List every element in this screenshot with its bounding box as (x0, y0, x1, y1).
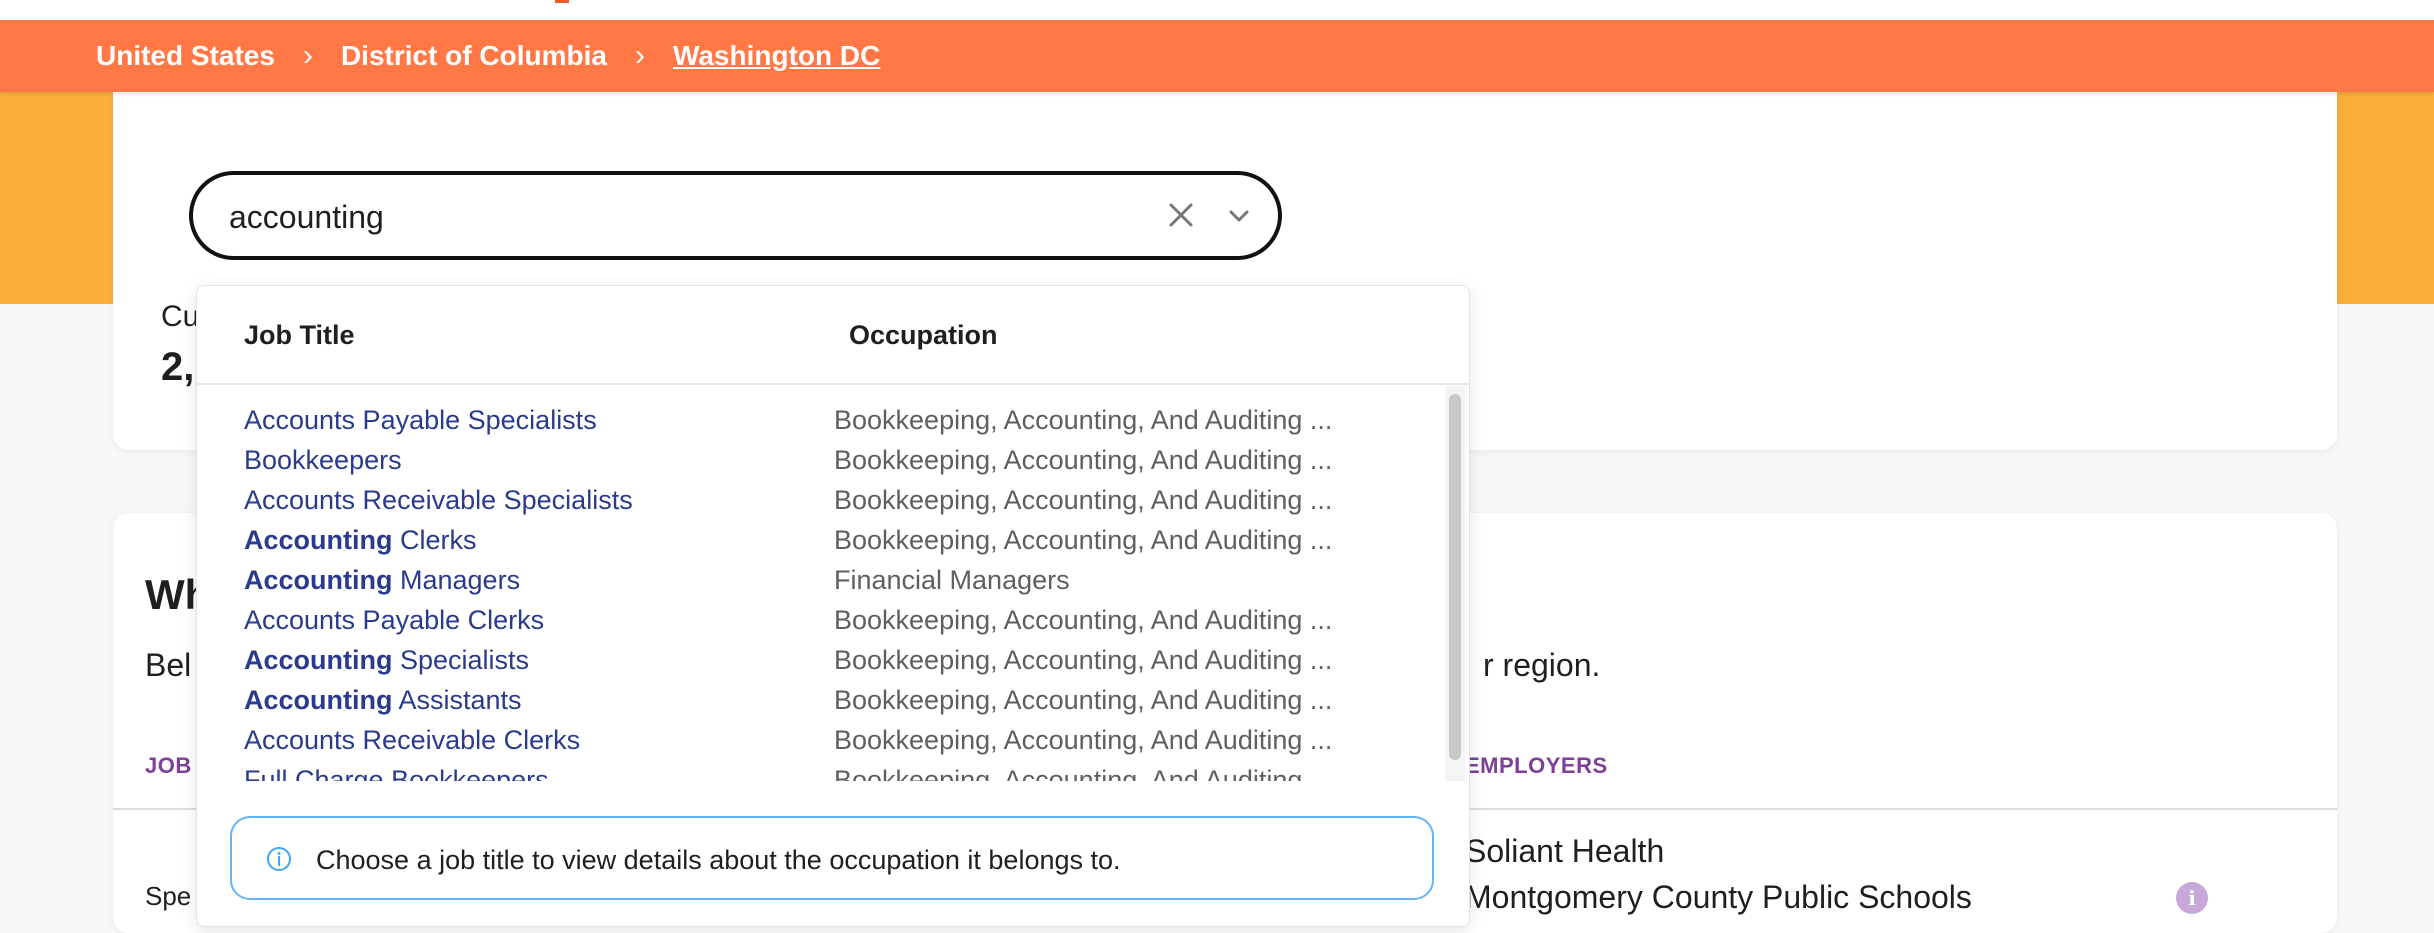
suggestion-occupation: Bookkeeping, Accounting, And Auditing ..… (834, 725, 1333, 755)
dropdown-header: Job Title Occupation (197, 286, 1469, 385)
info-message-text: Choose a job title to view details about… (316, 845, 1121, 875)
suggestion-item[interactable]: Accounts Receivable Clerks Bookkeeping, A… (197, 725, 1441, 765)
suggestion-item[interactable]: Accounts Receivable Specialists Bookkeepi… (197, 485, 1441, 525)
suggestion-item[interactable]: Accounts Payable Specialists Bookkeeping,… (197, 405, 1441, 445)
suggestion-job-title[interactable]: Accounting Specialists (244, 645, 529, 676)
suggestion-job-title[interactable]: Accounts Receivable Clerks (244, 725, 580, 756)
suggestion-list: Accounts Payable Specialists Bookkeeping,… (197, 385, 1441, 781)
suggestion-job-title-text: Assistants (392, 685, 522, 715)
suggestion-occupation: Bookkeeping, Accounting, And Auditing ..… (834, 445, 1333, 475)
match-highlight: Accounting (244, 685, 393, 715)
suggestion-item[interactable]: Full Charge Bookkeepers Bookkeeping, Acco… (197, 765, 1441, 781)
section-description: Bel (145, 647, 192, 683)
suggestion-occupation: Bookkeeping, Accounting, And Auditing ..… (834, 645, 1333, 675)
top-strip (0, 0, 2434, 20)
suggestion-job-title-text: Accounts Receivable Specialists (244, 485, 633, 515)
suggestion-occupation: Bookkeeping, Accounting, And Auditing ..… (834, 685, 1333, 715)
suggestion-job-title-text: Clerks (392, 525, 477, 555)
suggestion-item[interactable]: Accounting Assistants Bookkeeping, Accoun… (197, 685, 1441, 725)
breadcrumb-item-city[interactable]: Washington DC (673, 40, 880, 72)
scrollbar[interactable] (1445, 386, 1465, 781)
suggestion-job-title[interactable]: Bookkeepers (244, 445, 402, 476)
suggestion-job-title[interactable]: Accounting Assistants (244, 685, 522, 716)
top-accent (555, 0, 569, 3)
column-header-employers[interactable]: EMPLOYERS (1465, 753, 1608, 779)
suggestion-item[interactable]: Accounts Payable Clerks Bookkeeping, Acco… (197, 605, 1441, 645)
suggestion-job-title-text: Accounts Payable Specialists (244, 405, 597, 435)
info-icon[interactable]: i (2176, 882, 2208, 914)
summary-label: Cu (161, 300, 200, 333)
column-header-job-title: Job Title (244, 320, 355, 350)
clear-icon[interactable] (1163, 197, 1199, 233)
breadcrumb-item-country[interactable]: United States (96, 40, 275, 72)
info-circle-icon (267, 847, 291, 871)
match-highlight: Accounting (244, 645, 393, 675)
suggestion-job-title[interactable]: Accounting Clerks (244, 525, 477, 556)
suggestion-occupation: Bookkeeping, Accounting, And Auditing ..… (834, 485, 1333, 515)
match-highlight: Accounting (244, 565, 393, 595)
suggestion-job-title[interactable]: Full Charge Bookkeepers (244, 765, 549, 781)
employer-item: Soliant Health (1465, 833, 1665, 869)
suggestion-item[interactable]: Bookkeepers Bookkeeping, Accounting, And … (197, 445, 1441, 485)
breadcrumb-item-state[interactable]: District of Columbia (341, 40, 607, 72)
chevron-right-icon: › (302, 39, 313, 72)
suggestion-occupation: Bookkeeping, Accounting, And Auditing ..… (834, 605, 1333, 635)
breadcrumb: United States › District of Columbia › W… (0, 20, 2434, 92)
suggestion-job-title-text: Accounts Receivable Clerks (244, 725, 581, 755)
column-header-job[interactable]: JOB (145, 753, 192, 779)
suggestion-occupation: Bookkeeping, Accounting, And Auditing ..… (834, 525, 1333, 555)
suggestion-job-title-text: Accounts Payable Clerks (244, 605, 545, 635)
search-input[interactable]: accounting (229, 199, 384, 236)
chevron-right-icon: › (634, 39, 645, 72)
suggestion-item[interactable]: Accounting Specialists Bookkeeping, Accou… (197, 645, 1441, 685)
suggestion-occupation: Bookkeeping, Accounting, And Auditing ..… (834, 405, 1333, 435)
suggestion-item[interactable]: Accounting Clerks Bookkeeping, Accounting… (197, 525, 1441, 565)
suggestion-occupation: Financial Managers (834, 565, 1070, 595)
scrollbar-thumb[interactable] (1449, 394, 1461, 760)
suggestion-job-title-text: Full Charge Bookkeepers (244, 765, 549, 781)
suggestion-job-title[interactable]: Accounting Managers (244, 565, 520, 596)
column-header-occupation: Occupation (849, 320, 998, 350)
autocomplete-dropdown: Job Title Occupation Accounts Payable Sp… (196, 285, 1470, 927)
section-description-end: r region. (1483, 647, 1601, 683)
suggestion-occupation: Bookkeeping, Accounting, And Auditing ..… (834, 765, 1333, 781)
suggestion-job-title[interactable]: Accounts Payable Specialists (244, 405, 597, 436)
match-highlight: Accounting (244, 525, 393, 555)
info-message: Choose a job title to view details about… (230, 816, 1434, 900)
suggestion-job-title-text: Managers (392, 565, 521, 595)
table-row-label: Spe (145, 881, 192, 911)
summary-value: 2, (161, 345, 195, 389)
chevron-down-icon[interactable] (1223, 200, 1255, 232)
suggestion-job-title[interactable]: Accounts Payable Clerks (244, 605, 544, 636)
job-search-combobox[interactable]: accounting (189, 171, 1282, 260)
suggestion-job-title[interactable]: Accounts Receivable Specialists (244, 485, 633, 516)
suggestion-job-title-text: Specialists (392, 645, 530, 675)
breadcrumb-items: United States › District of Columbia › W… (96, 20, 880, 92)
suggestion-job-title-text: Bookkeepers (244, 445, 402, 475)
suggestion-item[interactable]: Accounting Managers Financial Managers (197, 565, 1441, 605)
employer-item: Montgomery County Public Schools (1465, 879, 1972, 915)
